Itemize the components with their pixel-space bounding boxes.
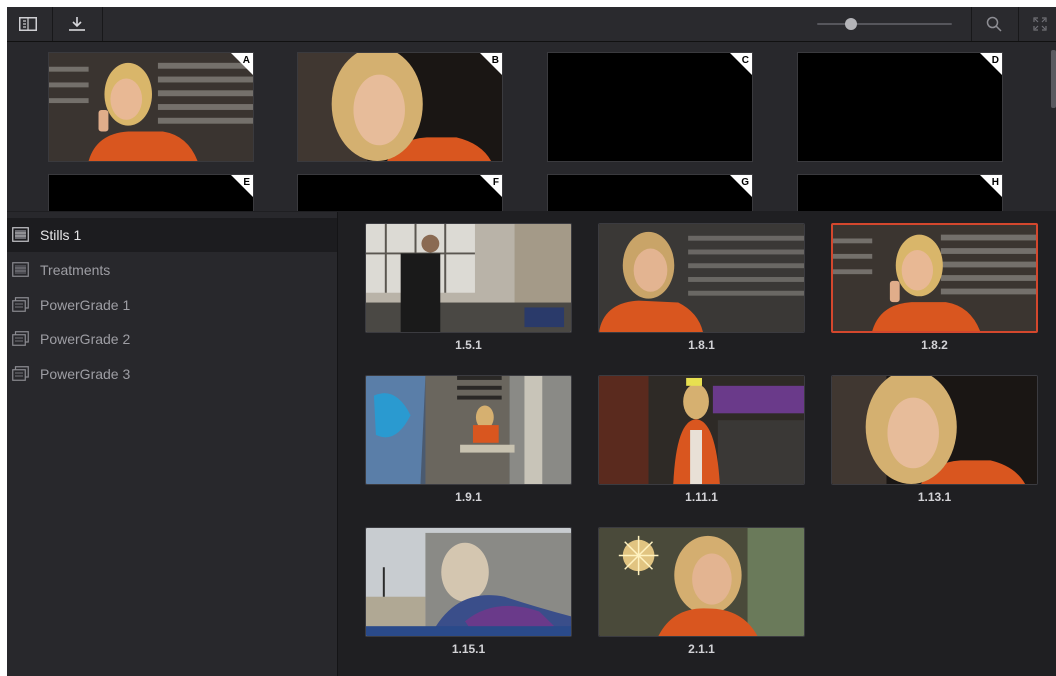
still-thumbnail (599, 376, 804, 484)
memory-slot-e[interactable]: E (48, 174, 254, 211)
powergrade-album-icon (12, 331, 29, 346)
still-label: 1.8.1 (688, 338, 715, 352)
memories-scrollbar[interactable] (1051, 50, 1056, 108)
album-sidebar: Stills 1 Treatments PowerGrade 1 PowerGr… (7, 212, 338, 676)
import-still-button[interactable] (54, 7, 100, 41)
still-2-1-1[interactable] (598, 527, 805, 637)
still-1-15-1[interactable] (365, 527, 572, 637)
sidebar-panel-icon (19, 17, 37, 31)
gallery-toolbar (7, 7, 1056, 42)
album-powergrade-3[interactable]: PowerGrade 3 (7, 357, 337, 391)
memory-thumbnail (298, 53, 502, 161)
album-label: PowerGrade 2 (40, 331, 131, 347)
expand-icon (1033, 17, 1047, 31)
memory-slot-f[interactable]: F (297, 174, 503, 211)
still-thumbnail (366, 376, 571, 484)
album-powergrade-1[interactable]: PowerGrade 1 (7, 288, 337, 322)
toolbar-divider (52, 7, 53, 41)
memory-slot-d[interactable]: D (797, 52, 1003, 162)
download-tray-icon (69, 17, 85, 31)
toolbar-divider (971, 7, 972, 41)
memory-letter: C (741, 55, 749, 66)
still-thumbnail (366, 528, 571, 636)
sidebar-toggle-button[interactable] (7, 7, 49, 41)
memory-letter: A (242, 55, 250, 66)
stills-album-icon (12, 227, 29, 242)
search-button[interactable] (979, 7, 1009, 41)
still-label: 2.1.1 (688, 642, 715, 656)
album-label: Stills 1 (40, 227, 82, 243)
still-label: 1.13.1 (917, 490, 952, 504)
still-1-9-1[interactable] (365, 375, 572, 485)
album-label: PowerGrade 1 (40, 297, 131, 313)
album-treatments[interactable]: Treatments (7, 253, 337, 287)
still-thumbnail (833, 225, 1036, 331)
memory-slot-a[interactable]: A (48, 52, 254, 162)
still-1-13-1[interactable] (831, 375, 1038, 485)
still-label: 1.9.1 (455, 490, 482, 504)
still-1-5-1[interactable] (365, 223, 572, 333)
search-icon (986, 16, 1002, 32)
fullscreen-button[interactable] (1027, 7, 1053, 41)
memory-slot-b[interactable]: B (297, 52, 503, 162)
still-thumbnail (599, 528, 804, 636)
album-stills-1[interactable]: Stills 1 (7, 218, 337, 252)
powergrade-album-icon (12, 297, 29, 312)
still-thumbnail (832, 376, 1037, 484)
memory-letter: H (991, 177, 999, 188)
still-label: 1.8.2 (921, 338, 948, 352)
still-thumbnail (599, 224, 804, 332)
memory-thumbnail (49, 53, 253, 161)
still-1-11-1[interactable] (598, 375, 805, 485)
album-label: PowerGrade 3 (40, 366, 131, 382)
memories-panel: A B C D E F G H (7, 42, 1056, 211)
album-label: Treatments (40, 262, 111, 278)
toolbar-divider (1018, 7, 1019, 41)
still-label: 1.11.1 (685, 490, 718, 504)
memory-letter: F (492, 177, 499, 188)
memory-letter: B (491, 55, 499, 66)
album-powergrade-2[interactable]: PowerGrade 2 (7, 322, 337, 356)
toolbar-divider (102, 7, 103, 41)
memory-slot-c[interactable]: C (547, 52, 753, 162)
memory-slot-h[interactable]: H (797, 174, 1003, 211)
memory-slot-g[interactable]: G (547, 174, 753, 211)
stills-grid: 1.5.1 1.8.1 1.8.2 1.9.1 1.11.1 1.13.1 1.… (338, 212, 1056, 676)
memory-letter: E (243, 177, 250, 188)
powergrade-album-icon (12, 366, 29, 381)
zoom-slider-track[interactable] (817, 23, 952, 25)
still-label: 1.5.1 (455, 338, 482, 352)
memory-letter: G (741, 177, 749, 188)
still-label: 1.15.1 (451, 642, 486, 656)
gallery-window: A B C D E F G H Stills 1 Treatments Powe… (7, 7, 1056, 676)
still-thumbnail (366, 224, 571, 332)
zoom-slider-handle[interactable] (844, 18, 857, 30)
memory-letter: D (991, 55, 999, 66)
stills-album-icon (12, 262, 29, 277)
still-1-8-2[interactable] (831, 223, 1038, 333)
still-1-8-1[interactable] (598, 223, 805, 333)
